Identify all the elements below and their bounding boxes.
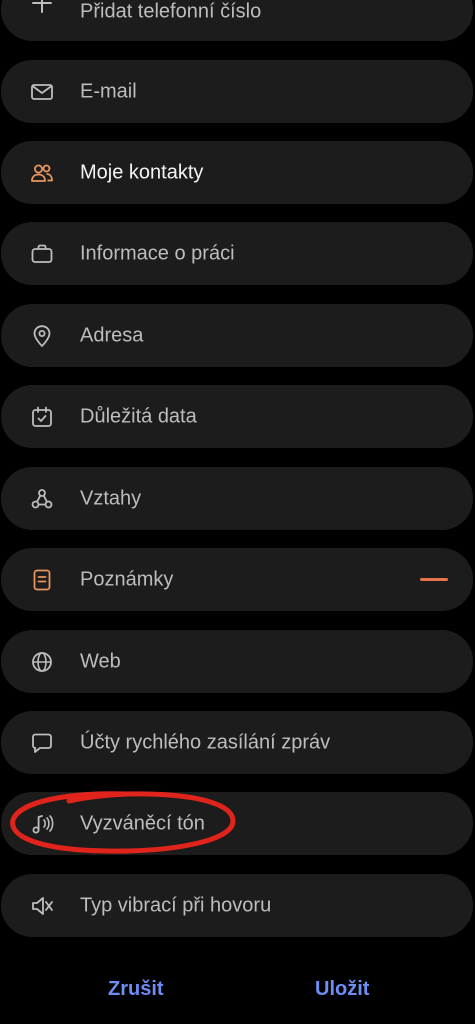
minus-icon[interactable] [420, 578, 448, 581]
call-vibration-label: Typ vibrací při hovoru [80, 894, 272, 916]
people-icon [29, 160, 55, 186]
relationships-icon [29, 486, 55, 512]
mail-icon [29, 79, 55, 105]
edit-contact-screen: Přidat telefonní číslo E-mail Moje konta… [0, 0, 475, 1024]
save-button[interactable]: Uložit [315, 978, 369, 1001]
important-dates-row[interactable]: Důležitá data [1, 385, 473, 448]
ringtone-label: Vyzváněcí tón [80, 812, 205, 834]
chat-bubble-icon [29, 730, 55, 756]
bottom-action-bar: Zrušit Uložit [0, 950, 475, 1024]
note-icon [29, 567, 55, 593]
add-phone-number-row[interactable]: Přidat telefonní číslo [1, 0, 473, 41]
email-label: E-mail [80, 80, 137, 102]
address-row[interactable]: Adresa [1, 304, 473, 367]
important-dates-label: Důležitá data [80, 405, 197, 427]
location-pin-icon [29, 323, 55, 349]
my-contacts-row[interactable]: Moje kontakty [1, 141, 473, 204]
briefcase-icon [29, 241, 55, 267]
work-info-label: Informace o práci [80, 242, 235, 264]
email-row[interactable]: E-mail [1, 60, 473, 123]
relationships-label: Vztahy [80, 487, 142, 509]
add-phone-number-label: Přidat telefonní číslo [80, 0, 262, 23]
relationships-row[interactable]: Vztahy [1, 467, 473, 530]
calendar-icon [29, 404, 55, 430]
web-row[interactable]: Web [1, 630, 473, 693]
address-label: Adresa [80, 324, 144, 346]
call-vibration-row[interactable]: Typ vibrací při hovoru [1, 874, 473, 937]
globe-icon [29, 649, 55, 675]
ringtone-icon [29, 811, 55, 837]
notes-label: Poznámky [80, 568, 174, 590]
notes-row[interactable]: Poznámky [1, 548, 473, 611]
messenger-accounts-row[interactable]: Účty rychlého zasílání zpráv [1, 711, 473, 774]
ringtone-row[interactable]: Vyzváněcí tón [1, 792, 473, 855]
vibration-icon [29, 893, 55, 919]
plus-icon [29, 0, 55, 16]
messenger-accounts-label: Účty rychlého zasílání zpráv [80, 731, 331, 753]
my-contacts-label: Moje kontakty [80, 161, 204, 183]
work-info-row[interactable]: Informace o práci [1, 222, 473, 285]
cancel-button[interactable]: Zrušit [108, 978, 164, 1001]
web-label: Web [80, 650, 121, 672]
